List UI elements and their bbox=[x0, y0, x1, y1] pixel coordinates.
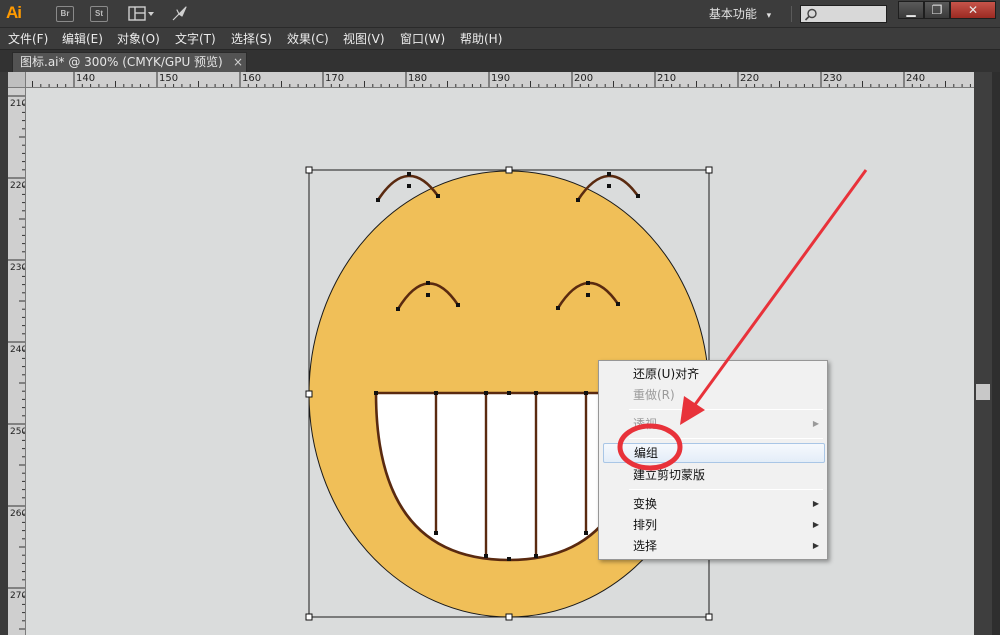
ctx-transform[interactable]: 变换 ▶ bbox=[599, 494, 827, 514]
ctx-undo-align[interactable]: 还原(U)对齐 bbox=[599, 364, 827, 384]
ctx-group[interactable]: 编组 bbox=[603, 443, 825, 463]
ctx-item-label: 变换 bbox=[633, 497, 658, 511]
menu-file[interactable]: 文件(F) bbox=[8, 28, 48, 50]
ruler-label: 260 bbox=[10, 509, 26, 519]
menu-window[interactable]: 窗口(W) bbox=[400, 28, 445, 50]
context-menu: 还原(U)对齐 重做(R) 透视 ▶ 编组 建立剪切蒙版 变换 ▶ 排列 ▶ 选… bbox=[598, 360, 828, 560]
ruler-label: 220 bbox=[10, 181, 26, 191]
document-tab-bar: 图标.ai* @ 300% (CMYK/GPU 预览) × bbox=[0, 50, 1000, 72]
bridge-icon[interactable]: Br bbox=[56, 6, 74, 22]
ruler-label: 240 bbox=[10, 345, 26, 355]
search-icon bbox=[804, 8, 817, 21]
ctx-item-label: 选择 bbox=[633, 539, 658, 553]
close-icon[interactable]: × bbox=[233, 53, 245, 72]
submenu-arrow-icon: ▶ bbox=[812, 419, 819, 428]
title-bar: Ai Br St 基本功能 ▾ ▁ ❐ ✕ bbox=[0, 0, 1000, 28]
minimize-button[interactable]: ▁ bbox=[898, 1, 924, 19]
ruler-label: 210 bbox=[10, 99, 26, 109]
ctx-make-clipping-mask[interactable]: 建立剪切蒙版 bbox=[599, 465, 827, 485]
ctx-item-label: 还原(U)对齐 bbox=[633, 367, 700, 381]
workspace-switcher[interactable]: 基本功能 ▾ bbox=[700, 5, 780, 23]
ruler-label: 200 bbox=[574, 73, 594, 84]
document-tab[interactable]: 图标.ai* @ 300% (CMYK/GPU 预览) × bbox=[12, 52, 247, 72]
illustrator-window: Ai Br St 基本功能 ▾ ▁ ❐ ✕ 文件(F) 编辑(E) 对象(O) … bbox=[0, 0, 1000, 635]
menu-separator bbox=[629, 409, 823, 410]
ruler-origin[interactable] bbox=[8, 72, 26, 88]
menu-select[interactable]: 选择(S) bbox=[231, 28, 272, 50]
illustrator-logo: Ai bbox=[6, 3, 22, 22]
ctx-item-label: 排列 bbox=[633, 518, 658, 532]
submenu-arrow-icon: ▶ bbox=[812, 520, 819, 529]
ruler-label: 160 bbox=[242, 73, 262, 84]
ruler-label: 230 bbox=[10, 263, 26, 273]
menu-type[interactable]: 文字(T) bbox=[175, 28, 216, 50]
menu-help[interactable]: 帮助(H) bbox=[460, 28, 502, 50]
vertical-scrollbar[interactable] bbox=[974, 72, 992, 635]
submenu-arrow-icon: ▶ bbox=[812, 541, 819, 550]
close-button[interactable]: ✕ bbox=[950, 1, 996, 19]
menu-separator bbox=[629, 489, 823, 490]
ruler-label: 220 bbox=[740, 73, 760, 84]
artboard-canvas[interactable] bbox=[26, 88, 974, 635]
panel-edge bbox=[992, 72, 1000, 635]
ruler-label: 270 bbox=[10, 591, 26, 601]
menu-effect[interactable]: 效果(C) bbox=[287, 28, 329, 50]
ctx-select[interactable]: 选择 ▶ bbox=[599, 536, 827, 556]
ruler-label: 240 bbox=[906, 73, 926, 84]
stock-icon[interactable]: St bbox=[90, 6, 108, 22]
ruler-label: 210 bbox=[657, 73, 677, 84]
menu-view[interactable]: 视图(V) bbox=[343, 28, 385, 50]
document-tab-title: 图标.ai* @ 300% (CMYK/GPU 预览) bbox=[20, 55, 223, 69]
ctx-item-label: 透视 bbox=[633, 417, 658, 431]
ruler-label: 190 bbox=[491, 73, 511, 84]
ruler-label: 170 bbox=[325, 73, 345, 84]
ruler-label: 150 bbox=[159, 73, 179, 84]
divider bbox=[791, 6, 792, 22]
menu-bar: 文件(F) 编辑(E) 对象(O) 文字(T) 选择(S) 效果(C) 视图(V… bbox=[0, 28, 1000, 50]
ruler-label: 230 bbox=[823, 73, 843, 84]
ctx-item-label: 建立剪切蒙版 bbox=[633, 468, 706, 482]
workspace-label: 基本功能 bbox=[708, 7, 757, 21]
tools-panel-edge bbox=[0, 72, 8, 635]
ruler-ticks bbox=[8, 95, 25, 630]
ruler-label: 180 bbox=[408, 73, 428, 84]
menu-object[interactable]: 对象(O) bbox=[117, 28, 160, 50]
ctx-item-label: 编组 bbox=[634, 446, 659, 460]
menu-edit[interactable]: 编辑(E) bbox=[62, 28, 103, 50]
ctx-perspective: 透视 ▶ bbox=[599, 414, 827, 434]
ctx-arrange[interactable]: 排列 ▶ bbox=[599, 515, 827, 535]
ruler-label: 140 bbox=[76, 73, 96, 84]
vertical-ruler[interactable]: 210 220 230 240 250 260 270 bbox=[8, 88, 26, 635]
arrange-documents-icon[interactable] bbox=[128, 6, 156, 22]
submenu-arrow-icon: ▶ bbox=[812, 499, 819, 508]
rocket-icon[interactable] bbox=[170, 5, 190, 23]
ctx-item-label: 重做(R) bbox=[633, 388, 675, 402]
search-input[interactable] bbox=[800, 5, 887, 23]
ruler-label: 250 bbox=[10, 427, 26, 437]
horizontal-ruler[interactable]: 140 150 160 170 180 190 200 210 220 230 … bbox=[26, 72, 974, 88]
ctx-redo: 重做(R) bbox=[599, 385, 827, 405]
menu-separator bbox=[629, 438, 823, 439]
restore-button[interactable]: ❐ bbox=[924, 1, 950, 19]
scrollbar-thumb[interactable] bbox=[976, 384, 990, 400]
chevron-down-icon: ▾ bbox=[766, 11, 772, 21]
